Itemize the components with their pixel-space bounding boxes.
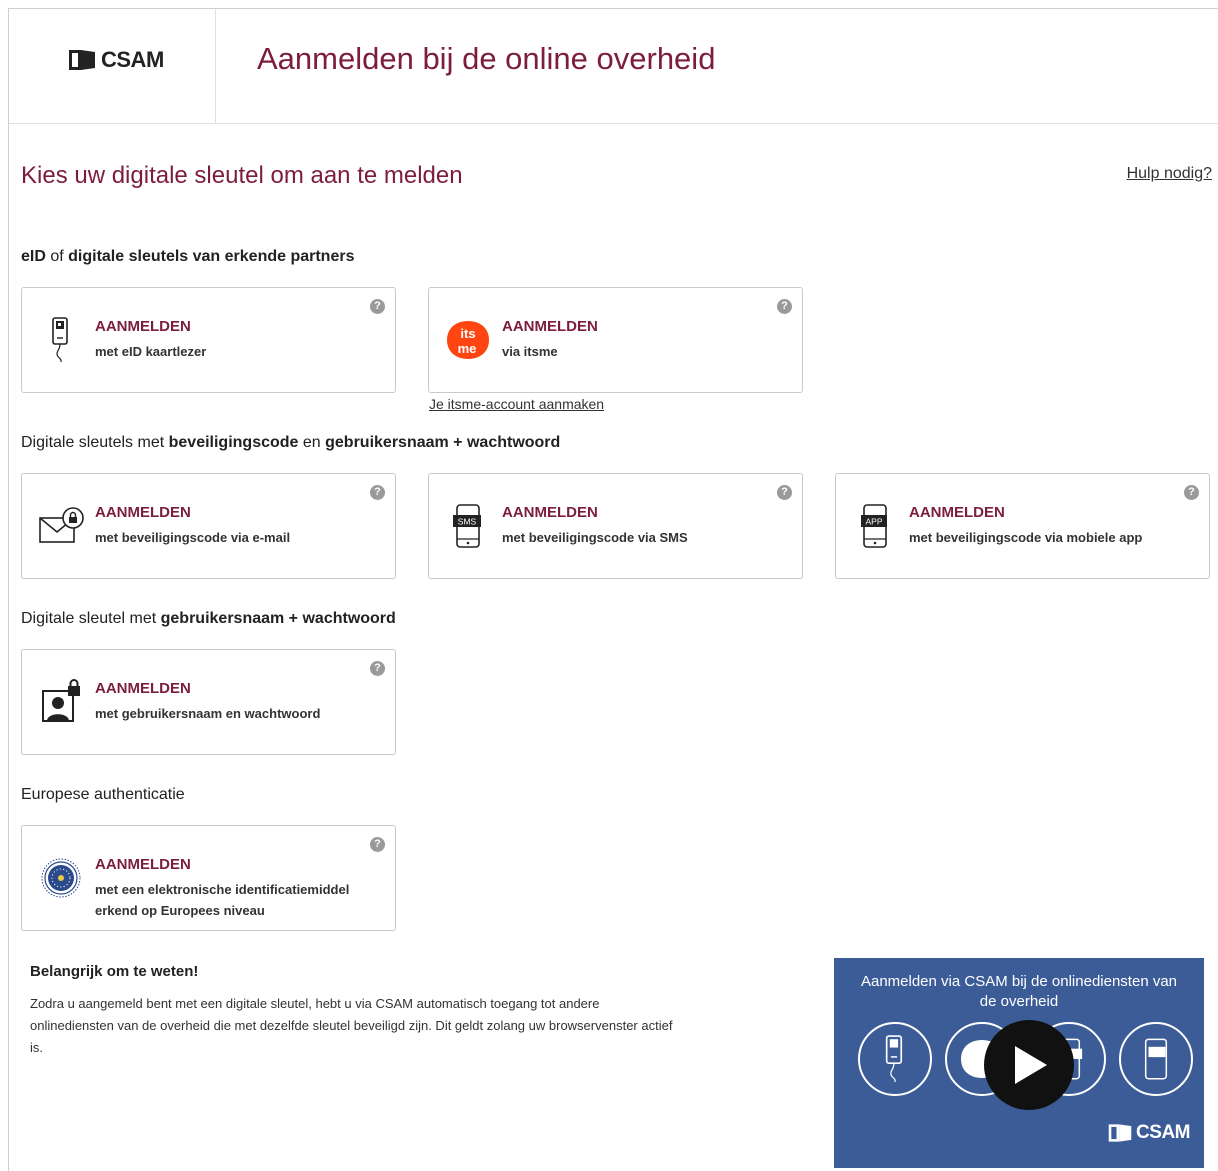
play-button[interactable]: [984, 1020, 1074, 1110]
header-title: Aanmelden bij de online overheid: [257, 41, 716, 76]
card-reader-icon: [858, 1022, 932, 1096]
itsme-logo-bottom: me: [458, 341, 477, 356]
card-subtitle: met beveiligingscode via SMS: [502, 530, 688, 545]
app-badge: APP: [865, 517, 882, 527]
card-subtitle: met een elektronische identificatiemidde…: [95, 882, 350, 918]
sms-icon: [1119, 1022, 1193, 1096]
card-title: AANMELDEN: [95, 504, 191, 521]
help-icon[interactable]: ?: [777, 485, 792, 500]
sms-badge: SMS: [458, 517, 477, 527]
envelope-lock-icon: [36, 500, 86, 552]
card-reader-icon: [36, 314, 86, 366]
app-phone-icon: APP: [850, 500, 900, 552]
video-logo-text: CSAM: [1136, 1122, 1190, 1143]
card-title: AANMELDEN: [95, 680, 191, 697]
logo-box: CSAM: [9, 9, 216, 124]
info-title: Belangrijk om te weten!: [30, 963, 199, 980]
card-eidas[interactable]: ? AANMELDEN met een elektronische identi…: [21, 825, 396, 931]
play-icon: [1015, 1046, 1047, 1084]
card-title: AANMELDEN: [502, 318, 598, 335]
section-label-eid: eID of digitale sleutels van erkende par…: [21, 248, 354, 266]
help-icon[interactable]: ?: [370, 661, 385, 676]
itsme-icon: its me: [443, 314, 493, 366]
section-label-part: beveiligingscode: [168, 434, 299, 451]
card-title: AANMELDEN: [95, 856, 191, 873]
card-subtitle: met beveiligingscode via e-mail: [95, 530, 291, 545]
card-itsme[interactable]: ? its me AANMELDEN via itsme: [428, 287, 803, 393]
csam-logo-text: CSAM: [101, 47, 164, 72]
card-subtitle: met gebruikersnaam en wachtwoord: [95, 706, 321, 721]
card-app-code[interactable]: ? APP AANMELDEN met beveiligingscode via…: [835, 473, 1210, 579]
user-lock-icon: [36, 676, 86, 728]
section-label-part: eID: [21, 248, 46, 265]
help-icon[interactable]: ?: [370, 299, 385, 314]
section-label-username-password: Digitale sleutel met gebruikersnaam + wa…: [21, 610, 396, 628]
card-email-code[interactable]: ? AANMELDEN met beveiligingscode via e-m…: [21, 473, 396, 579]
info-text: Zodra u aangemeld bent met een digitale …: [30, 996, 673, 1055]
section-label-european: Europese authenticatie: [21, 786, 185, 804]
section-label-part: Europese authenticatie: [21, 786, 185, 803]
section-label-part: digitale sleutels van erkende partners: [68, 248, 355, 265]
card-subtitle: met beveiligingscode via mobiele app: [909, 530, 1143, 545]
help-icon[interactable]: ?: [777, 299, 792, 314]
card-eid-reader[interactable]: ? AANMELDEN met eID kaartlezer: [21, 287, 396, 393]
itsme-logo-top: its: [460, 326, 475, 341]
sms-phone-icon: SMS: [443, 500, 493, 552]
section-label-part: gebruikersnaam + wachtwoord: [325, 434, 561, 451]
section-label-part: gebruikersnaam + wachtwoord: [160, 610, 396, 627]
card-title: AANMELDEN: [95, 318, 191, 335]
card-title: AANMELDEN: [909, 504, 1005, 521]
csam-logo-icon: [69, 50, 95, 70]
video-player[interactable]: Aanmelden via CSAM bij de onlinediensten…: [834, 958, 1204, 1168]
header: CSAM Aanmelden bij de online overheid: [9, 9, 1218, 124]
video-title: Aanmelden via CSAM bij de onlinediensten…: [860, 973, 1178, 1010]
card-subtitle: via itsme: [502, 344, 558, 359]
csam-logo[interactable]: CSAM: [67, 47, 164, 73]
help-icon[interactable]: ?: [370, 485, 385, 500]
help-icon[interactable]: ?: [370, 837, 385, 852]
section-label-part: en: [298, 434, 326, 451]
csam-logo-icon: [1108, 1124, 1132, 1142]
itsme-account-link[interactable]: Je itsme-account aanmaken: [429, 396, 604, 412]
help-icon[interactable]: ?: [1184, 485, 1199, 500]
card-subtitle: met eID kaartlezer: [95, 344, 207, 359]
card-username-password[interactable]: ? AANMELDEN met gebruikersnaam en wachtw…: [21, 649, 396, 755]
video-csam-logo: CSAM: [1107, 1122, 1190, 1144]
eu-seal-icon: [36, 852, 86, 904]
section-label-part: of: [45, 248, 69, 265]
card-title: AANMELDEN: [502, 504, 598, 521]
section-label-part: Digitale sleutel met: [21, 610, 161, 627]
section-label-security-code: Digitale sleutels met beveiligingscode e…: [21, 434, 560, 452]
page-title: Kies uw digitale sleutel om aan te melde…: [21, 162, 463, 189]
section-label-part: Digitale sleutels met: [21, 434, 169, 451]
card-sms-code[interactable]: ? SMS AANMELDEN met beveiligingscode via…: [428, 473, 803, 579]
help-link[interactable]: Hulp nodig?: [1127, 165, 1212, 183]
